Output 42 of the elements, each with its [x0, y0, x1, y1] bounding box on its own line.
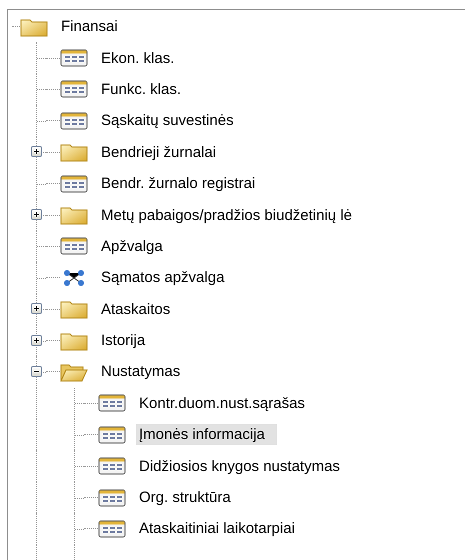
tree-item[interactable]: Org. struktūra — [136, 487, 234, 508]
open-folder-icon — [60, 362, 88, 382]
plus-icon — [32, 147, 41, 156]
tree-item[interactable]: Bendrieji žurnalai — [98, 142, 220, 163]
tree-item[interactable]: Bendr. žurnalo registrai — [98, 173, 258, 194]
form-icon — [60, 49, 88, 68]
folder-icon — [60, 205, 88, 226]
tree-item[interactable]: Ataskaitiniai laikotarpiai — [136, 518, 298, 540]
expand-toggle[interactable] — [31, 209, 42, 220]
expand-toggle[interactable] — [31, 334, 42, 346]
form-icon — [98, 394, 126, 412]
form-icon — [60, 80, 88, 98]
form-icon — [98, 488, 126, 507]
tree-item[interactable]: Didžiosios knygos nustatymas — [136, 456, 343, 477]
tree-item[interactable]: Ataskaitos — [98, 298, 174, 320]
collapse-toggle[interactable] — [31, 366, 42, 377]
tree-item[interactable]: Sąmatos apžvalga — [98, 267, 228, 288]
tree-item[interactable]: Nustatymas — [98, 361, 184, 382]
plus-icon — [32, 336, 41, 345]
tree-item[interactable]: Apžvalga — [98, 236, 166, 257]
expand-toggle[interactable] — [31, 146, 42, 158]
folder-icon — [60, 142, 88, 162]
folder-icon — [60, 299, 88, 320]
tree-item[interactable]: Ekon. klas. — [98, 48, 178, 69]
folder-icon — [20, 16, 48, 37]
form-icon — [60, 174, 88, 193]
folder-icon — [60, 330, 88, 351]
tree-item[interactable]: Funkc. klas. — [98, 78, 184, 100]
plus-icon — [32, 304, 41, 314]
tree-item[interactable]: Metų pabaigos/pradžios biudžetinių lė — [98, 204, 355, 226]
form-icon — [98, 426, 126, 444]
tree-item[interactable]: Istorija — [98, 330, 148, 352]
form-icon — [98, 457, 126, 476]
plus-icon — [32, 210, 41, 220]
form-icon — [60, 112, 88, 130]
form-icon — [60, 237, 88, 256]
tree-item[interactable]: Finansai — [58, 16, 121, 38]
tree-item[interactable]: Įmonės informacija — [136, 424, 277, 446]
form-icon — [98, 520, 126, 538]
expand-toggle[interactable] — [31, 303, 42, 314]
tree-item[interactable]: Kontr.duom.nust.sąrašas — [136, 392, 308, 414]
tree-item[interactable]: Sąskaitų suvestinės — [98, 110, 237, 132]
